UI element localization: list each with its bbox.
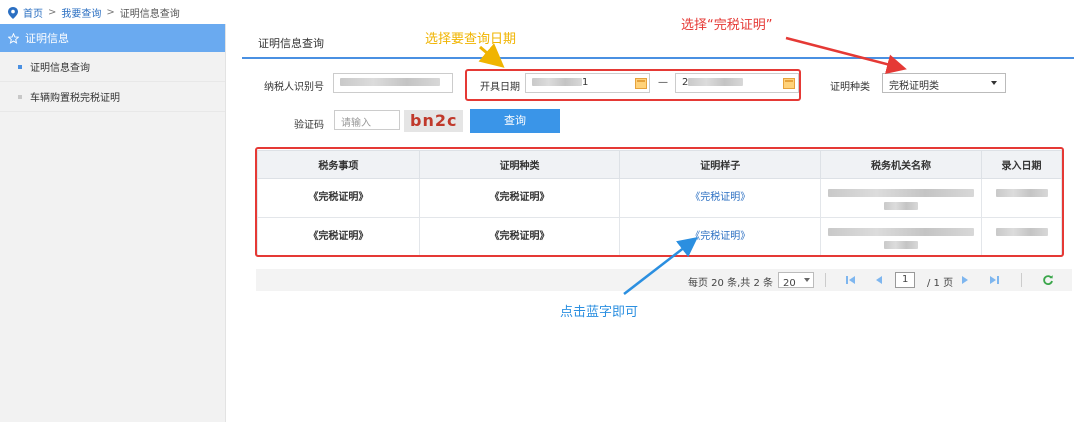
arrow-to-type [785,36,907,74]
arrow-to-link [623,236,698,295]
annotation-arrows [478,36,907,295]
arrow-to-date [478,43,505,68]
